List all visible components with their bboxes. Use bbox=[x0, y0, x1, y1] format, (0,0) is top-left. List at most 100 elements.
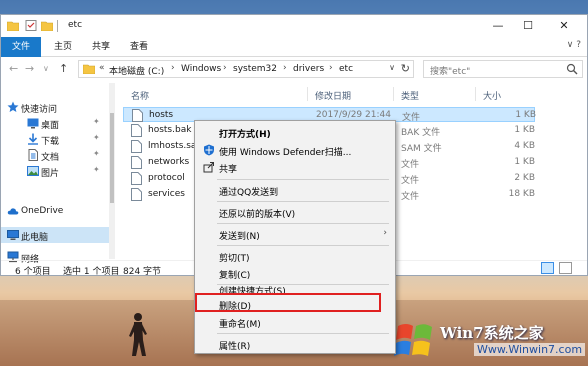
pin-icon[interactable]: ✦ bbox=[93, 165, 100, 174]
column-header-size[interactable]: 大小 bbox=[483, 89, 501, 102]
star-icon bbox=[7, 101, 19, 113]
menu-separator bbox=[217, 179, 389, 180]
pin-icon[interactable]: ✦ bbox=[93, 133, 100, 142]
search-icon[interactable] bbox=[566, 63, 578, 75]
forward-arrow-icon[interactable]: → bbox=[25, 62, 34, 75]
large-icons-view-icon[interactable] bbox=[559, 262, 572, 274]
chevron-right-icon: › bbox=[329, 63, 333, 73]
chevron-right-icon: › bbox=[223, 63, 227, 73]
tab-share[interactable]: 共享 bbox=[83, 37, 119, 57]
menu-separator bbox=[217, 223, 389, 224]
menu-separator bbox=[217, 333, 389, 334]
tab-home[interactable]: 主页 bbox=[45, 37, 81, 57]
scrollbar-thumb[interactable] bbox=[110, 113, 114, 203]
minimize-button[interactable]: — bbox=[483, 17, 513, 35]
tab-file[interactable]: 文件 bbox=[1, 37, 41, 57]
back-arrow-icon[interactable]: ← bbox=[9, 62, 18, 75]
menu-item-properties[interactable]: 属性(R) bbox=[197, 335, 393, 353]
nav-onedrive[interactable]: OneDrive bbox=[1, 203, 115, 219]
tab-view[interactable]: 查看 bbox=[121, 37, 157, 57]
window-title: etc bbox=[68, 20, 83, 30]
breadcrumb-system32[interactable]: system32 bbox=[233, 64, 277, 74]
nav-label: 此电脑 bbox=[21, 233, 49, 243]
download-icon bbox=[27, 133, 39, 145]
menu-item-cut[interactable]: 剪切(T) bbox=[197, 247, 393, 265]
file-size: 1 KB bbox=[515, 110, 536, 120]
defender-shield-icon bbox=[204, 144, 214, 156]
context-menu: 打开方式(H) 使用 Windows Defender扫描... 共享 通过QQ… bbox=[194, 120, 396, 354]
refresh-icon[interactable]: ↻ bbox=[401, 62, 410, 75]
nav-scrollbar[interactable] bbox=[109, 83, 115, 259]
chevron-down-icon[interactable]: ∨ bbox=[389, 63, 395, 72]
column-header-date[interactable]: 修改日期 bbox=[315, 89, 351, 102]
file-size: 2 KB bbox=[514, 173, 535, 183]
desktop-icon bbox=[27, 117, 39, 129]
document-icon bbox=[27, 149, 39, 161]
menu-item-restore-versions[interactable]: 还原以前的版本(V) bbox=[197, 203, 393, 221]
breadcrumb-drive[interactable]: 本地磁盘 (C:) bbox=[109, 64, 164, 77]
address-bar[interactable]: « 本地磁盘 (C:) › Windows › system32 › drive… bbox=[78, 60, 414, 78]
file-icon bbox=[131, 140, 142, 153]
column-divider[interactable] bbox=[307, 87, 308, 101]
column-divider[interactable] bbox=[393, 87, 394, 101]
menu-label: 使用 Windows Defender扫描... bbox=[219, 148, 352, 158]
nav-desktop[interactable]: 桌面 ✦ bbox=[1, 115, 115, 131]
file-name: hosts bbox=[149, 110, 174, 120]
nav-label: 文档 bbox=[41, 153, 60, 163]
breadcrumb-etc[interactable]: etc bbox=[339, 64, 353, 74]
file-icon bbox=[131, 124, 142, 137]
new-folder-icon[interactable] bbox=[41, 20, 53, 31]
search-box[interactable]: 搜索"etc" bbox=[423, 60, 583, 78]
menu-item-send-via-qq[interactable]: 通过QQ发送到 bbox=[197, 181, 393, 199]
chevron-right-icon: › bbox=[283, 63, 287, 73]
pin-icon[interactable]: ✦ bbox=[93, 149, 100, 158]
nav-label: OneDrive bbox=[21, 206, 64, 216]
nav-downloads[interactable]: 下载 ✦ bbox=[1, 131, 115, 147]
menu-label: 通过QQ发送到 bbox=[219, 188, 279, 198]
menu-item-send-to[interactable]: 发送到(N) › bbox=[197, 225, 393, 243]
nav-label: 图片 bbox=[41, 169, 60, 179]
file-type: 文件 bbox=[401, 160, 420, 170]
menu-separator bbox=[217, 201, 389, 202]
recent-dropdown-icon[interactable]: ∨ bbox=[43, 64, 49, 73]
up-arrow-icon[interactable]: ↑ bbox=[59, 62, 68, 75]
title-separator bbox=[57, 20, 58, 32]
watermark-brand: Win7系统之家 bbox=[440, 324, 544, 342]
nav-documents[interactable]: 文档 ✦ bbox=[1, 147, 115, 163]
menu-item-share[interactable]: 共享 bbox=[197, 158, 393, 176]
nav-quick-access[interactable]: 快速访问 bbox=[1, 99, 115, 115]
nav-this-pc[interactable]: 此电脑 bbox=[1, 227, 115, 243]
chevron-right-icon: › bbox=[171, 63, 175, 73]
menu-label: 剪切(T) bbox=[219, 254, 250, 264]
maximize-button[interactable]: ☐ bbox=[513, 17, 543, 35]
menu-label: 重命名(M) bbox=[219, 320, 261, 330]
title-bar: etc — ☐ ✕ bbox=[1, 15, 587, 37]
share-icon bbox=[203, 162, 214, 173]
file-type: SAM 文件 bbox=[401, 144, 442, 154]
pin-icon[interactable]: ✦ bbox=[93, 117, 100, 126]
column-header-name[interactable]: 名称 bbox=[131, 89, 149, 102]
file-name: networks bbox=[148, 157, 190, 167]
properties-icon[interactable] bbox=[25, 20, 37, 31]
file-name: services bbox=[148, 189, 185, 199]
menu-item-rename[interactable]: 重命名(M) bbox=[197, 313, 393, 331]
runner-silhouette bbox=[129, 313, 147, 356]
column-divider[interactable] bbox=[475, 87, 476, 101]
menu-label: 还原以前的版本(V) bbox=[219, 210, 296, 220]
menu-item-open-with[interactable]: 打开方式(H) bbox=[197, 123, 393, 141]
ribbon-help-icon[interactable]: ∨ ? bbox=[567, 40, 581, 50]
menu-item-defender-scan[interactable]: 使用 Windows Defender扫描... bbox=[197, 141, 393, 159]
nav-pictures[interactable]: 图片 ✦ bbox=[1, 163, 115, 179]
close-button[interactable]: ✕ bbox=[549, 17, 579, 35]
nav-label: 桌面 bbox=[41, 121, 60, 131]
picture-icon bbox=[27, 165, 39, 177]
column-header-type[interactable]: 类型 bbox=[401, 89, 419, 102]
file-date: 2017/9/29 21:44 bbox=[316, 110, 391, 120]
breadcrumb-drivers[interactable]: drivers bbox=[293, 64, 324, 74]
file-type: 文件 bbox=[401, 192, 420, 202]
breadcrumb-windows[interactable]: Windows bbox=[181, 64, 221, 74]
menu-label: 发送到(N) bbox=[219, 232, 260, 242]
file-size: 4 KB bbox=[514, 141, 535, 151]
file-name: protocol bbox=[148, 173, 185, 183]
details-view-icon[interactable] bbox=[541, 262, 554, 274]
